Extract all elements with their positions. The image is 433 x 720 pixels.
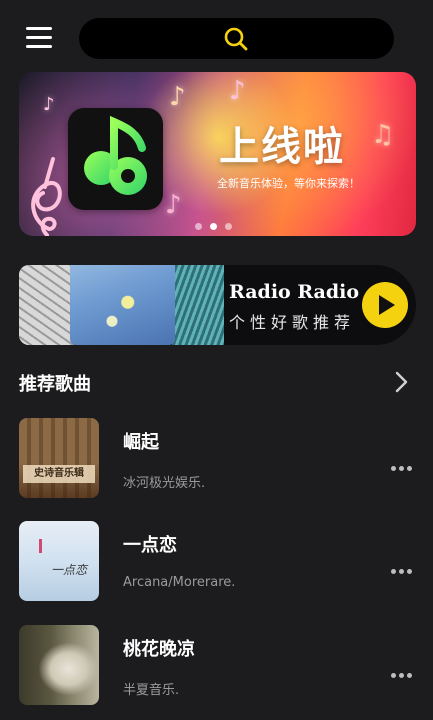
chevron-right-icon[interactable] — [395, 371, 409, 393]
carousel-dot[interactable] — [225, 223, 232, 230]
song-title: 一点恋 — [123, 535, 177, 556]
song-cover: 史诗音乐辑 — [19, 418, 99, 498]
more-options-icon[interactable] — [391, 559, 415, 578]
music-note-icon: ♪ — [229, 76, 246, 106]
song-artist: Arcana/Morerare. — [123, 575, 236, 590]
menu-line — [26, 45, 52, 48]
menu-button[interactable] — [26, 27, 54, 51]
menu-line — [26, 36, 52, 39]
promo-banner[interactable]: ♪ ♪ ♫ ♪ ♪ 上线啦 全新音乐体验，等你来探索！ — [19, 72, 416, 236]
song-cover — [19, 625, 99, 705]
carousel-indicator — [195, 215, 240, 234]
banner-subtitle: 全新音乐体验，等你来探索！ — [217, 177, 360, 190]
music-note-icon: ♫ — [371, 120, 395, 150]
play-icon — [379, 295, 395, 315]
cover-figure — [39, 539, 42, 553]
search-icon — [224, 27, 248, 51]
music-note-icon: ♪ — [43, 94, 55, 115]
radio-card[interactable]: Radio Radio 个性好歌推荐 — [19, 265, 416, 345]
radio-title: Radio Radio — [229, 281, 360, 303]
more-options-icon[interactable] — [391, 663, 415, 682]
song-title: 崛起 — [123, 432, 159, 453]
menu-line — [26, 27, 52, 30]
radio-cover-image — [19, 265, 74, 345]
radio-cover-image — [172, 265, 224, 345]
song-artist: 冰河极光娱乐. — [123, 476, 206, 491]
song-list-item[interactable]: 一点恋 一点恋 Arcana/Morerare. — [19, 521, 416, 603]
banner-title: 上线啦 — [219, 124, 345, 170]
song-list-item[interactable]: 桃花晚凉 半夏音乐. — [19, 625, 416, 707]
search-bar[interactable] — [79, 18, 394, 59]
music-note-logo-icon — [84, 115, 147, 195]
app-logo — [68, 108, 163, 210]
section-title-recommended-songs: 推荐歌曲 — [19, 374, 91, 395]
more-options-icon[interactable] — [391, 456, 415, 475]
carousel-dot-active[interactable] — [210, 223, 217, 230]
song-list-item[interactable]: 史诗音乐辑 崛起 冰河极光娱乐. — [19, 418, 416, 500]
carousel-dot[interactable] — [195, 223, 202, 230]
music-note-icon: ♪ — [165, 190, 182, 220]
radio-subtitle: 个性好歌推荐 — [229, 313, 356, 332]
cover-caption: 史诗音乐辑 — [23, 465, 95, 483]
song-artist: 半夏音乐. — [123, 683, 180, 698]
radio-play-button[interactable] — [362, 282, 408, 328]
song-cover: 一点恋 — [19, 521, 99, 601]
cover-caption: 一点恋 — [51, 563, 88, 577]
music-note-icon: ♪ — [169, 82, 186, 112]
radio-cover-image — [70, 265, 175, 345]
song-title: 桃花晚凉 — [123, 639, 195, 660]
